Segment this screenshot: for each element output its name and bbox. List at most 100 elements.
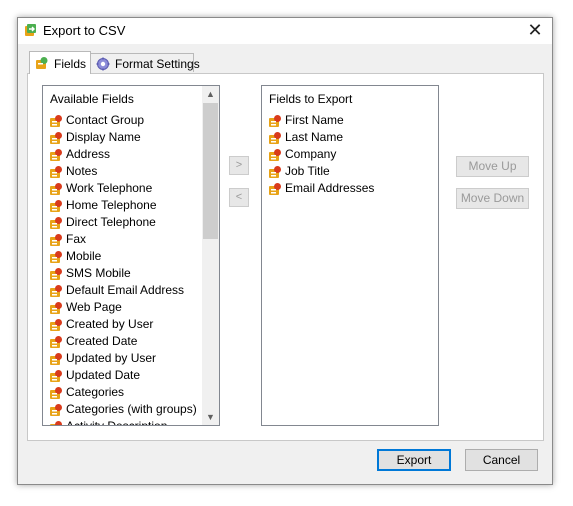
list-item[interactable]: Created Date bbox=[48, 333, 197, 350]
field-icon bbox=[269, 132, 281, 144]
export-dialog: Export to CSV ✕ Fields Format Settings A… bbox=[17, 17, 553, 485]
field-icon bbox=[50, 336, 62, 348]
list-item[interactable]: Display Name bbox=[48, 129, 197, 146]
field-icon bbox=[50, 234, 62, 246]
list-item-label: Company bbox=[285, 147, 337, 161]
scroll-thumb[interactable] bbox=[203, 103, 218, 239]
list-item[interactable]: Contact Group bbox=[48, 112, 197, 129]
close-icon: ✕ bbox=[527, 20, 543, 40]
fields-to-export-list[interactable]: Fields to Export First Name Last Name Comp… bbox=[261, 85, 439, 426]
fields-to-export-header: Fields to Export bbox=[269, 92, 353, 106]
field-icon bbox=[50, 166, 62, 178]
list-item[interactable]: Mobile bbox=[48, 248, 197, 265]
list-item[interactable]: Direct Telephone bbox=[48, 214, 197, 231]
field-icon bbox=[50, 285, 62, 297]
title-bar: Export to CSV ✕ bbox=[18, 18, 552, 44]
export-button[interactable]: Export bbox=[377, 449, 451, 471]
list-item[interactable]: Updated by User bbox=[48, 350, 197, 367]
field-icon bbox=[50, 251, 62, 263]
field-icon bbox=[50, 404, 62, 416]
list-item-label: Created by User bbox=[66, 317, 154, 331]
tab-fields-label: Fields bbox=[54, 57, 87, 71]
field-icon bbox=[269, 166, 281, 178]
fields-to-export-items: First Name Last Name Company Job Title Email… bbox=[267, 112, 374, 197]
list-item[interactable]: Email Addresses bbox=[267, 180, 374, 197]
tab-format-settings-label: Format Settings bbox=[115, 57, 200, 71]
scroll-down-button[interactable]: ▼ bbox=[202, 409, 219, 425]
list-item[interactable]: Default Email Address bbox=[48, 282, 197, 299]
field-icon bbox=[50, 183, 62, 195]
field-icon bbox=[50, 132, 62, 144]
list-item-label: Last Name bbox=[285, 130, 344, 144]
scroll-up-button[interactable]: ▲ bbox=[202, 86, 219, 102]
field-icon bbox=[50, 200, 62, 212]
field-icon bbox=[269, 115, 281, 127]
list-item[interactable]: Notes bbox=[48, 163, 197, 180]
list-item[interactable]: SMS Mobile bbox=[48, 265, 197, 282]
list-item-label: Address bbox=[66, 147, 111, 161]
field-icon bbox=[50, 217, 62, 229]
list-item[interactable]: Created by User bbox=[48, 316, 197, 333]
list-item-label: Home Telephone bbox=[66, 198, 157, 212]
list-item[interactable]: Categories bbox=[48, 384, 197, 401]
list-item-label: Categories bbox=[66, 385, 125, 399]
field-icon bbox=[50, 319, 62, 331]
gear-icon bbox=[96, 57, 110, 71]
close-button[interactable]: ✕ bbox=[518, 18, 552, 44]
list-item[interactable]: Activity Description bbox=[48, 418, 197, 425]
list-item-label: Web Page bbox=[66, 300, 122, 314]
field-icon bbox=[50, 353, 62, 365]
list-item[interactable]: Fax bbox=[48, 231, 197, 248]
move-down-button[interactable]: Move Down bbox=[456, 188, 529, 209]
list-item-label: Updated Date bbox=[66, 368, 141, 382]
field-icon bbox=[50, 149, 62, 161]
list-item-label: Contact Group bbox=[66, 113, 145, 127]
tab-format-settings[interactable]: Format Settings bbox=[90, 53, 200, 72]
list-item-label: Work Telephone bbox=[66, 181, 153, 195]
list-item-label: Direct Telephone bbox=[66, 215, 156, 229]
list-item[interactable]: Home Telephone bbox=[48, 197, 197, 214]
available-fields-header: Available Fields bbox=[50, 92, 134, 106]
field-icon bbox=[50, 421, 62, 425]
window-title: Export to CSV bbox=[43, 23, 126, 38]
list-item[interactable]: Company bbox=[267, 146, 374, 163]
cancel-button[interactable]: Cancel bbox=[465, 449, 538, 471]
list-item-label: SMS Mobile bbox=[66, 266, 131, 280]
fields-panel: Available Fields Contact Group Display Na… bbox=[27, 73, 544, 441]
available-fields-items: Contact Group Display Name Address Notes Wor… bbox=[48, 112, 197, 425]
list-item[interactable]: Work Telephone bbox=[48, 180, 197, 197]
chevron-down-icon: ▼ bbox=[206, 412, 215, 422]
list-item[interactable]: Web Page bbox=[48, 299, 197, 316]
list-item-label: Notes bbox=[66, 164, 98, 178]
remove-field-button[interactable]: < bbox=[229, 188, 249, 207]
list-item-label: Job Title bbox=[285, 164, 330, 178]
field-icon bbox=[269, 149, 281, 161]
list-item-label: Display Name bbox=[66, 130, 141, 144]
list-item-label: Email Addresses bbox=[285, 181, 375, 195]
add-field-button[interactable]: > bbox=[229, 156, 249, 175]
field-icon bbox=[269, 183, 281, 195]
field-icon bbox=[50, 387, 62, 399]
available-fields-list[interactable]: Available Fields Contact Group Display Na… bbox=[42, 85, 220, 426]
list-item[interactable]: Last Name bbox=[267, 129, 374, 146]
list-item-label: Updated by User bbox=[66, 351, 157, 365]
fields-tab-icon bbox=[36, 57, 48, 69]
list-item[interactable]: Updated Date bbox=[48, 367, 197, 384]
list-item[interactable]: First Name bbox=[267, 112, 374, 129]
tab-fields[interactable]: Fields bbox=[29, 51, 91, 74]
list-item[interactable]: Categories (with groups) bbox=[48, 401, 197, 418]
list-item[interactable]: Job Title bbox=[267, 163, 374, 180]
list-item-label: Mobile bbox=[66, 249, 102, 263]
field-icon bbox=[50, 115, 62, 127]
list-item-label: First Name bbox=[285, 113, 344, 127]
available-fields-scrollbar[interactable]: ▲ ▼ bbox=[202, 86, 219, 425]
export-csv-icon bbox=[25, 24, 36, 36]
list-item-label: Categories (with groups) bbox=[66, 402, 197, 416]
list-item-label: Created Date bbox=[66, 334, 138, 348]
list-item-label: Default Email Address bbox=[66, 283, 185, 297]
list-item-label: Fax bbox=[66, 232, 87, 246]
field-icon bbox=[50, 268, 62, 280]
chevron-up-icon: ▲ bbox=[206, 89, 215, 99]
list-item[interactable]: Address bbox=[48, 146, 197, 163]
move-up-button[interactable]: Move Up bbox=[456, 156, 529, 177]
